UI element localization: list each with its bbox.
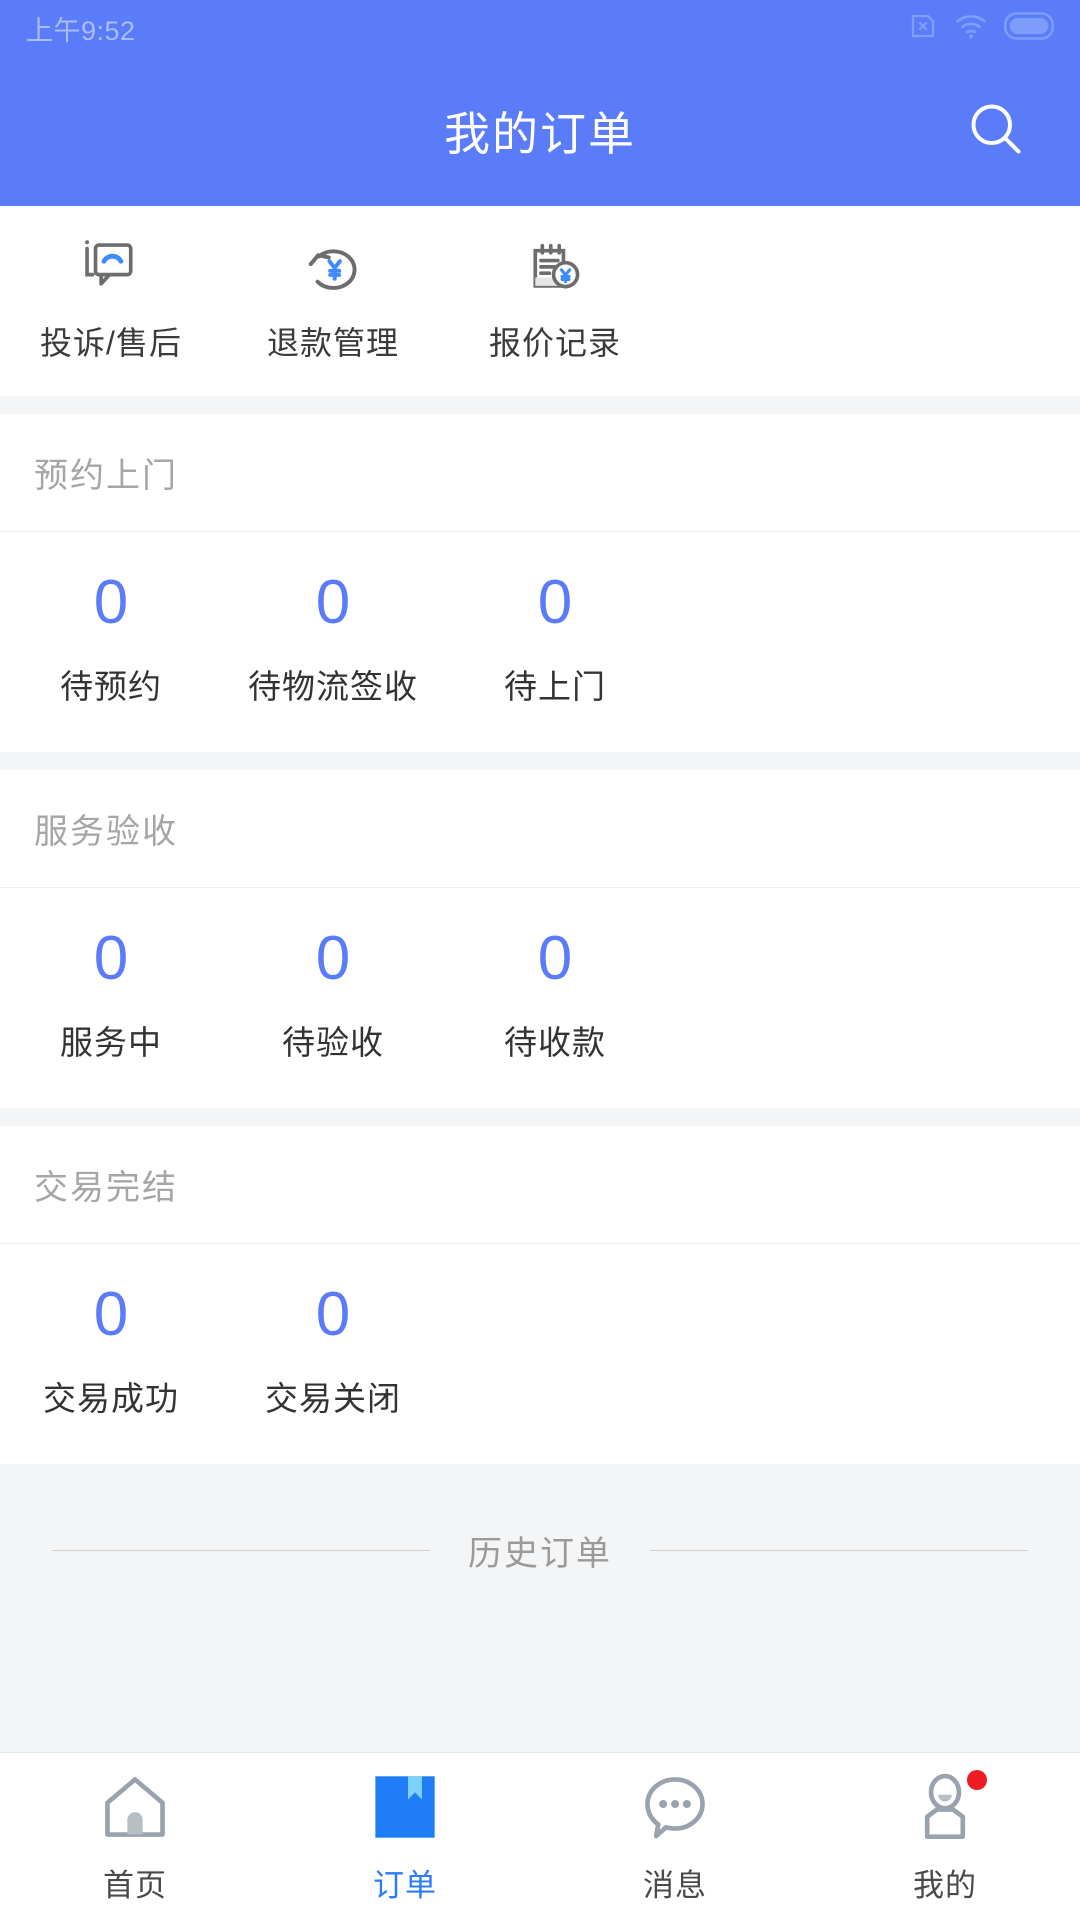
divider-line-right <box>650 1550 1028 1551</box>
quote-record-icon <box>524 238 586 300</box>
status-bar: 上午9:52 <box>0 0 1080 56</box>
history-divider: 历史订单 <box>52 1526 1028 1575</box>
stat-label: 交易成功 <box>43 1380 179 1417</box>
stat-label: 服务中 <box>60 1024 162 1061</box>
section-transaction-complete: 交易完结 0 交易成功 0 交易关闭 <box>0 1126 1080 1464</box>
app-bar: 我的订单 <box>0 56 1080 206</box>
tab-home[interactable]: 首页 <box>0 1768 270 1905</box>
stat-count: 0 <box>93 924 129 993</box>
section-stats: 0 交易成功 0 交易关闭 <box>0 1244 1080 1464</box>
battery-icon <box>1004 11 1054 45</box>
stat-count: 0 <box>537 924 573 993</box>
stat-item[interactable]: 0 待预约 <box>0 572 222 708</box>
section-gap <box>0 752 1080 770</box>
quick-actions-bar: 投诉/售后 退款管理 报价记录 <box>0 206 1080 396</box>
stat-item[interactable]: 0 待验收 <box>222 928 444 1064</box>
stat-label: 待上门 <box>504 668 606 705</box>
stat-count: 0 <box>93 568 129 637</box>
stat-count: 0 <box>315 924 351 993</box>
notification-badge-dot <box>967 1770 987 1790</box>
quick-action-label: 报价记录 <box>488 325 621 361</box>
quick-action-label: 退款管理 <box>266 325 399 361</box>
history-orders-label: 历史订单 <box>468 1535 612 1573</box>
stat-label: 待收款 <box>504 1024 606 1061</box>
section-title: 交易完结 <box>34 1169 178 1207</box>
history-orders-section[interactable]: 历史订单 <box>0 1464 1080 1752</box>
stat-label: 待预约 <box>60 668 162 705</box>
message-bubble-icon <box>639 1768 711 1846</box>
order-bookmark-icon <box>369 1768 441 1846</box>
stat-count: 0 <box>315 568 351 637</box>
tab-label: 我的 <box>913 1868 977 1903</box>
search-icon <box>966 99 1026 164</box>
search-button[interactable] <box>960 95 1032 167</box>
quick-action-label: 投诉/售后 <box>40 325 182 361</box>
refund-yen-icon <box>302 238 364 300</box>
stat-count: 0 <box>537 568 573 637</box>
section-gap <box>0 396 1080 414</box>
stat-count: 0 <box>93 1280 129 1349</box>
quick-action-refund[interactable]: 退款管理 <box>222 238 444 364</box>
stat-count: 0 <box>315 1280 351 1349</box>
section-header: 预约上门 <box>0 414 1080 532</box>
tab-label: 首页 <box>103 1868 167 1903</box>
status-bar-icons <box>908 11 1054 46</box>
quick-action-quote-record[interactable]: 报价记录 <box>444 238 666 364</box>
tab-label: 订单 <box>373 1868 437 1903</box>
stat-item[interactable]: 0 交易成功 <box>0 1284 222 1420</box>
section-title: 预约上门 <box>34 457 178 495</box>
section-header: 交易完结 <box>0 1126 1080 1244</box>
stat-item[interactable]: 0 待收款 <box>444 928 666 1064</box>
wifi-icon <box>954 12 988 45</box>
bottom-tab-bar: 首页 订单 消息 我的 <box>0 1752 1080 1920</box>
quick-action-complaint[interactable]: 投诉/售后 <box>0 238 222 364</box>
sim-no-card-icon <box>908 11 938 46</box>
tab-label: 消息 <box>643 1868 707 1903</box>
section-title: 服务验收 <box>34 813 178 851</box>
section-service-acceptance: 服务验收 0 服务中 0 待验收 0 待收款 <box>0 770 1080 1108</box>
section-stats: 0 待预约 0 待物流签收 0 待上门 <box>0 532 1080 752</box>
stat-label: 待物流签收 <box>248 668 418 705</box>
tab-profile[interactable]: 我的 <box>810 1768 1080 1905</box>
stat-item[interactable]: 0 交易关闭 <box>222 1284 444 1420</box>
page-title: 我的订单 <box>444 108 636 160</box>
tab-orders[interactable]: 订单 <box>270 1768 540 1905</box>
section-appointment: 预约上门 0 待预约 0 待物流签收 0 待上门 <box>0 414 1080 752</box>
section-header: 服务验收 <box>0 770 1080 888</box>
stat-label: 待验收 <box>282 1024 384 1061</box>
divider-line-left <box>52 1550 430 1551</box>
status-bar-time: 上午9:52 <box>26 15 136 46</box>
home-icon <box>99 1768 171 1846</box>
complaint-chat-icon <box>80 238 142 300</box>
section-gap <box>0 1108 1080 1126</box>
section-stats: 0 服务中 0 待验收 0 待收款 <box>0 888 1080 1108</box>
stat-label: 交易关闭 <box>265 1380 401 1417</box>
stat-item[interactable]: 0 服务中 <box>0 928 222 1064</box>
stat-item[interactable]: 0 待物流签收 <box>222 572 444 708</box>
profile-person-icon <box>909 1768 987 1846</box>
tab-messages[interactable]: 消息 <box>540 1768 810 1905</box>
stat-item[interactable]: 0 待上门 <box>444 572 666 708</box>
order-list-screen: 上午9:52 我的订单 投诉/售后 退款管理 报价记录 预约上门 0 待预约 0… <box>0 0 1080 1920</box>
